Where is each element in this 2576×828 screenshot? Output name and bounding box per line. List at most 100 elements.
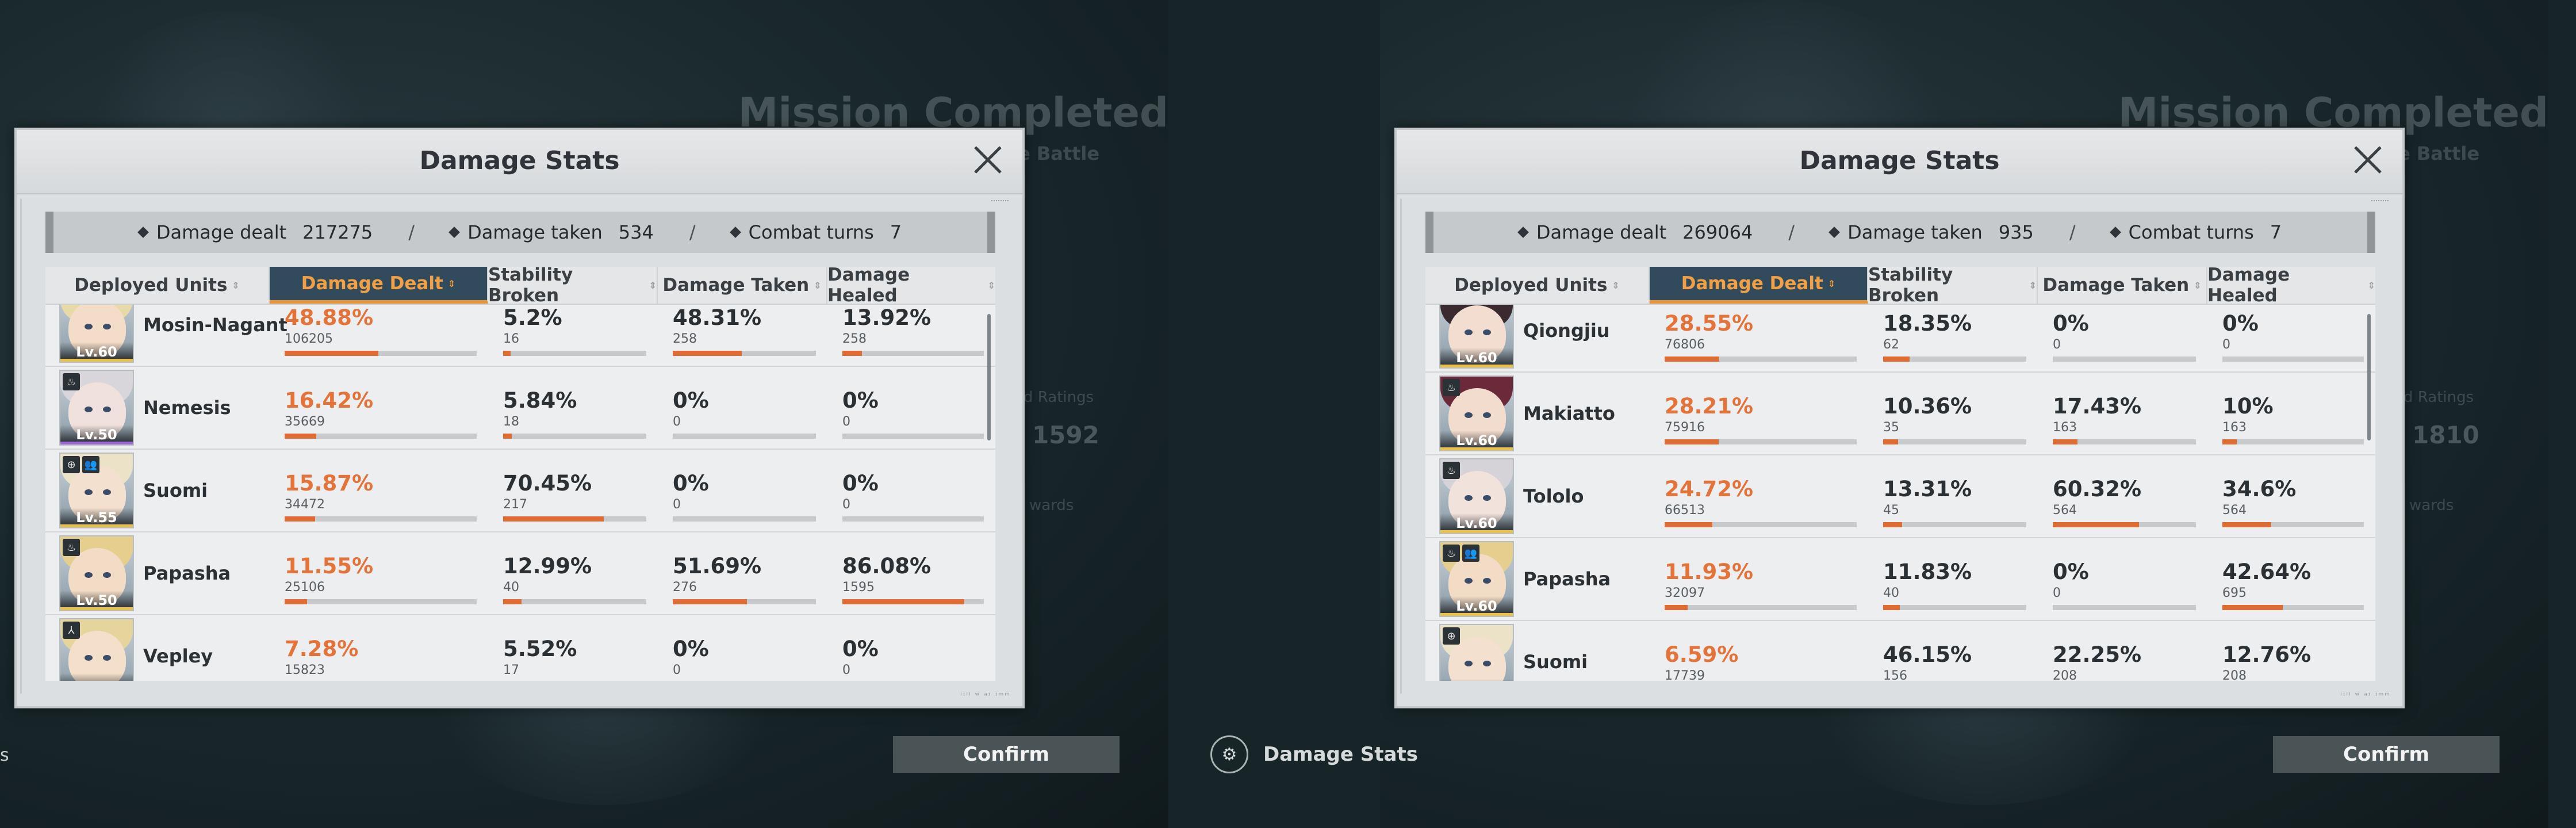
unit-name: Suomi [1523,651,1588,673]
stat-bar-fill [842,351,862,356]
unit-avatar[interactable]: ♨ 👥 Lv.60 [1439,541,1514,617]
stat-raw-value: 0 [673,663,681,677]
stat-percent: 11.93% [1665,559,1754,584]
table-row[interactable]: ♨ 👥 Lv.60 Papasha 11.93% 32097 11.83% 40 0% 0 42.6… [1425,538,2375,621]
panel-edge-decoration [20,199,22,693]
stat-percent: 13.31% [1883,477,1972,501]
unit-avatar[interactable]: ⊕ [1439,624,1514,681]
unit-avatar[interactable]: ⊕ 👥 Lv.55 [59,453,134,528]
stat-raw-value: 0 [842,663,850,677]
table-row[interactable]: ♨ Lv.60 Makiatto 28.21% 75916 10.36% 35 17.43% 1… [1425,373,2375,455]
unit-name: Suomi [143,480,208,501]
header-deployed-units[interactable]: Deployed Units ⇕ [45,267,270,304]
stats-table: Deployed Units ⇕ Damage Dealt ⇕ Stability … [1425,267,2375,681]
stat-bar-fill [2053,522,2140,527]
table-row[interactable]: ♨ Lv.60 Tololo 24.72% 66513 13.31% 45 60.32% 564… [1425,455,2375,538]
table-row[interactable]: ⊕ 👥 Lv.55 Suomi 15.87% 34472 70.45% 217 0% 0 0% 0 [45,450,995,532]
stat-percent: 0% [2053,559,2089,584]
table-body[interactable]: Lv.60 Qiongjiu 28.55% 76806 18.35% 62 0% 0 0% 0 ♨ L… [1425,305,2375,681]
stat-raw-value: 40 [503,580,519,595]
header-stability-broken[interactable]: Stability Broken ⇕ [1868,267,2038,306]
table-row[interactable]: ⅄ Vepley 7.28% 15823 5.52% 17 0% 0 0% 0 [45,615,995,681]
corner-decoration [2371,200,2389,205]
avatar-eye [1483,329,1491,335]
rarity-stripe [60,524,133,527]
header-damage-taken[interactable]: Damage Taken ⇕ [2038,267,2207,304]
header-deployed-units[interactable]: Deployed Units ⇕ [1425,267,1650,304]
mission-subtitle: e Battle [2398,143,2480,164]
sort-icon: ⇕ [2367,279,2375,291]
unit-avatar[interactable]: Lv.60 [59,305,134,363]
damage-stats-link[interactable]: ⚙ Damage Stats [1210,735,1418,773]
header-damage-dealt[interactable]: Damage Dealt ⇕ [270,267,488,304]
stat-bar [285,351,477,356]
ratings-label: d Ratings [2404,389,2474,406]
corner-decoration [991,200,1009,205]
stat-raw-value: 208 [2053,669,2077,681]
stat-percent: 0% [2222,311,2259,336]
stat-bar-fill [673,351,742,356]
stat-bar [2222,439,2364,444]
close-button[interactable] [969,141,1006,178]
confirm-button[interactable]: Confirm [2273,736,2500,773]
stat-percent: 28.21% [1665,394,1754,419]
stat-bar-fill [285,351,379,356]
stat-bar-fill [285,434,316,439]
stat-raw-value: 156 [1883,669,1907,681]
ratings-label: d Ratings [1023,389,1094,406]
damage-taken-label: Damage taken [1847,221,1983,243]
unit-avatar[interactable]: ♨ Lv.60 [1439,375,1514,451]
table-row[interactable]: ♨ Lv.50 Nemesis 16.42% 35669 5.84% 18 0% 0 0% 0 [45,367,995,450]
avatar-eye [103,407,111,412]
header-label: Deployed Units [1454,275,1608,296]
avatar-eye [85,572,93,578]
avatar-eye [1483,578,1491,584]
unit-avatar[interactable]: ♨ Lv.50 [59,370,134,446]
stat-bar [2222,605,2364,610]
table-row[interactable]: ♨ Lv.50 Papasha 11.55% 25106 12.99% 40 51.69% 27… [45,532,995,615]
stat-bar [673,434,816,439]
unit-avatar[interactable]: ⅄ [59,618,134,681]
damage-stats-panel: Damage Stats Damage dealt 269064 / Damage… [1394,128,2405,708]
stat-bar-fill [285,516,315,522]
combat-turns-value: 7 [890,221,902,243]
damage-dealt-label: Damage dealt [1536,221,1667,243]
unit-avatar[interactable]: ♨ Lv.60 [1439,458,1514,534]
rarity-stripe [1440,365,1513,367]
rarity-stripe [1440,530,1513,533]
table-row[interactable]: Lv.60 Qiongjiu 28.55% 76806 18.35% 62 0% 0 0% 0 [1425,305,2375,373]
close-button[interactable] [2349,141,2386,178]
damage-dealt-cell: 28.21% 75916 [1650,373,1868,454]
sort-icon: ⇕ [2029,279,2037,291]
unit-name: Papasha [1523,568,1611,590]
stat-raw-value: 258 [673,332,697,346]
stat-raw-value: 695 [2222,586,2247,600]
header-stability-broken[interactable]: Stability Broken ⇕ [488,267,658,306]
stat-percent: 5.84% [503,388,577,413]
table-row[interactable]: Lv.60 Mosin-Nagant 48.88% 106205 5.2% 16 48.31… [45,305,995,367]
table-row[interactable]: ⊕ Suomi 6.59% 17739 46.15% 156 22.25% 208 12.76%… [1425,621,2375,681]
stat-bar [842,516,984,522]
scrollbar[interactable] [2367,314,2371,440]
unit-avatar[interactable]: ♨ Lv.50 [59,535,134,611]
header-damage-taken[interactable]: Damage Taken ⇕ [658,267,827,304]
ratings-value: 1592 [1032,421,1099,449]
unit-cell: ♨ Lv.50 Papasha [45,532,270,614]
avatar-eye [103,572,111,578]
stat-raw-value: 163 [2053,420,2077,435]
unit-avatar[interactable]: Lv.60 [1439,305,1514,369]
table-body[interactable]: Lv.60 Mosin-Nagant 48.88% 106205 5.2% 16 48.31… [45,305,995,681]
stat-percent: 46.15% [1883,642,1972,667]
stat-bar-fill [673,599,747,604]
stat-percent: 70.45% [503,471,592,496]
stat-raw-value: 0 [842,415,850,429]
stat-bar-fill [1883,439,1898,444]
scrollbar[interactable] [987,314,991,440]
confirm-button[interactable]: Confirm [893,736,1120,773]
stat-bar-fill [2053,439,2078,444]
header-damage-dealt[interactable]: Damage Dealt ⇕ [1650,267,1868,304]
unit-name: Vepley [143,645,213,667]
header-damage-healed[interactable]: Damage Healed ⇕ [827,267,995,306]
header-damage-healed[interactable]: Damage Healed ⇕ [2207,267,2375,306]
panel-edge-decoration [1400,199,1402,693]
